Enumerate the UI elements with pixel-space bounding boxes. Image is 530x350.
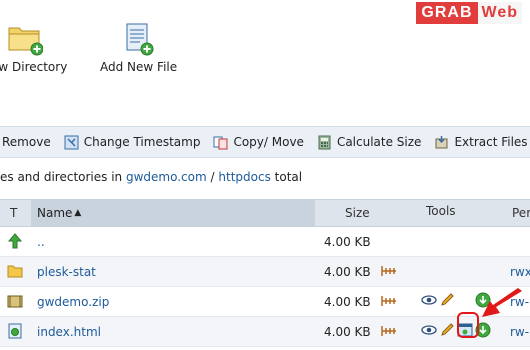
extract-files-label: Extract Files	[454, 135, 528, 149]
breadcrumb-domain-link[interactable]: gwdemo.com	[126, 170, 207, 184]
file-name-link[interactable]: gwdemo.zip	[37, 295, 109, 309]
edit-pencil-icon[interactable]	[439, 292, 455, 308]
new-folder-icon	[8, 27, 43, 56]
breadcrumb-folder-link[interactable]: httpdocs	[218, 170, 270, 184]
permissions-link[interactable]: rw-	[510, 325, 529, 339]
new-directory-label: New Directory	[0, 60, 68, 74]
remove-label: Remove	[2, 135, 51, 149]
add-new-file-button[interactable]: Add New File	[100, 22, 177, 74]
table-row: .. 4.00 KB	[0, 227, 530, 257]
table-header: T Name ▲ Size Tools Per	[0, 199, 530, 227]
file-name-link[interactable]: ..	[37, 235, 45, 249]
file-size: 4.00 KB	[324, 234, 371, 249]
breadcrumb-prefix: es and directories in	[0, 170, 123, 184]
view-eye-icon[interactable]	[421, 322, 437, 338]
file-name-link[interactable]: index.html	[37, 325, 101, 339]
column-name[interactable]: Name ▲	[31, 200, 315, 226]
extract-files-button[interactable]: Extract Files	[428, 127, 530, 157]
copy-move-label: Copy/ Move	[233, 135, 304, 149]
copy-move-icon	[213, 136, 228, 149]
table-row: index.html 4.00 KB rw-	[0, 317, 530, 347]
column-permissions[interactable]: Per	[512, 206, 530, 220]
up-arrow-icon	[7, 233, 23, 249]
calculate-size-label: Calculate Size	[336, 135, 422, 149]
change-timestamp-button[interactable]: Change Timestamp	[58, 127, 208, 157]
calculator-icon	[318, 135, 331, 149]
new-directory-button[interactable]: New Directory	[0, 22, 67, 74]
column-name-label: Name	[37, 206, 73, 220]
change-timestamp-label: Change Timestamp	[83, 135, 201, 149]
table-row: plesk-stat 4.00 KB rwx	[0, 257, 530, 287]
remove-button[interactable]: Remove	[0, 127, 58, 157]
highlight-box	[457, 312, 479, 338]
extract-icon	[435, 135, 448, 148]
copy-move-button[interactable]: Copy/ Move	[207, 127, 310, 157]
html-file-icon	[8, 323, 22, 339]
view-eye-icon[interactable]	[421, 292, 437, 308]
table-row: gwdemo.zip 4.00 KB rw-	[0, 287, 530, 317]
calculate-size-button[interactable]: Calculate Size	[311, 127, 429, 157]
permissions-link[interactable]: rwx	[510, 265, 530, 279]
breadcrumb: es and directories in gwdemo.com / httpd…	[0, 170, 302, 184]
add-new-file-label: Add New File	[100, 60, 178, 74]
change-permissions-icon[interactable]	[380, 324, 398, 338]
sort-ascending-icon: ▲	[74, 208, 82, 218]
change-permissions-icon[interactable]	[380, 294, 398, 308]
file-size: 4.00 KB	[324, 264, 371, 279]
file-toolbar: Remove Change Timestamp Copy/ Move Calcu…	[0, 126, 530, 158]
edit-pencil-icon[interactable]	[439, 322, 455, 338]
new-file-icon	[126, 23, 154, 56]
file-table: T Name ▲ Size Tools Per .. 4.00 KB plesk…	[0, 199, 530, 347]
row-tools	[421, 322, 491, 338]
archive-icon	[7, 295, 23, 308]
column-type[interactable]: T	[10, 206, 17, 220]
breadcrumb-separator: /	[210, 170, 215, 184]
tool-spacer	[457, 292, 473, 308]
timestamp-icon	[64, 135, 79, 149]
change-permissions-icon[interactable]	[380, 264, 398, 278]
file-size: 4.00 KB	[324, 324, 371, 339]
column-tools: Tools	[426, 204, 456, 218]
brand-logo: GRAB Web	[416, 2, 522, 24]
file-size: 4.00 KB	[324, 294, 371, 309]
annotation-arrow-icon	[482, 288, 522, 317]
brand-logo-part1: GRAB	[416, 2, 478, 24]
folder-icon	[7, 265, 23, 278]
file-name-link[interactable]: plesk-stat	[37, 265, 96, 279]
brand-logo-part2: Web	[477, 2, 522, 24]
column-size[interactable]: Size	[345, 206, 370, 220]
breadcrumb-suffix: total	[274, 170, 303, 184]
